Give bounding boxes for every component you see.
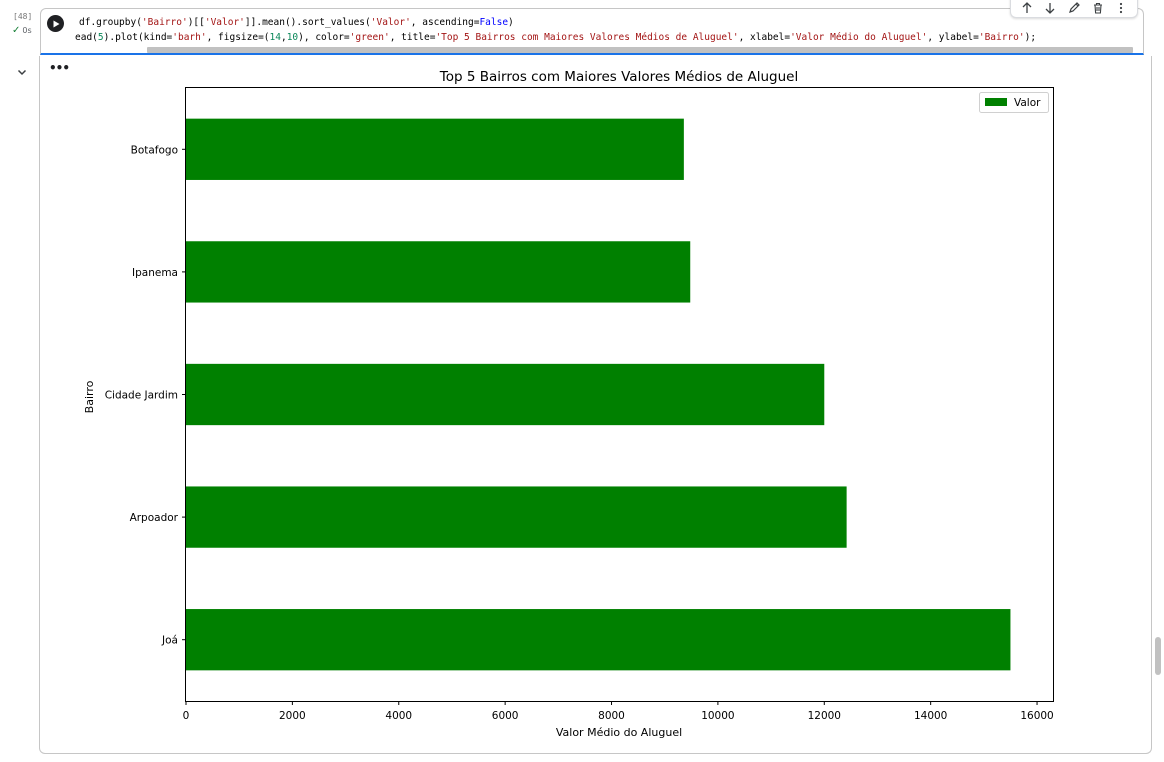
bars-group bbox=[186, 118, 1011, 671]
x-axis-label: Valor Médio do Aluguel bbox=[556, 726, 682, 739]
bar-arpoador bbox=[186, 486, 847, 548]
notebook-cell: [48] ✓ 0s df.groupby('Bairro')[['Valor']… bbox=[0, 0, 1164, 762]
legend-label: Valor bbox=[1014, 97, 1041, 109]
legend: Valor bbox=[979, 92, 1049, 113]
y-tick-label: Joá bbox=[161, 635, 178, 647]
x-tick-label: 2000 bbox=[279, 710, 306, 722]
x-tick-label: 14000 bbox=[914, 710, 947, 722]
bar-chart: Top 5 Bairros com Maiores Valores Médios… bbox=[83, 69, 1054, 739]
y-tick-label: Arpoador bbox=[130, 512, 179, 524]
page-vertical-scrollbar[interactable] bbox=[1155, 637, 1161, 675]
x-tick-label: 10000 bbox=[701, 710, 734, 722]
y-axis-ticks: Joá Arpoador Cidade Jardim Ipanema Botafogo bbox=[105, 144, 186, 647]
y-tick-label: Botafogo bbox=[131, 144, 178, 156]
x-tick-label: 0 bbox=[183, 710, 190, 722]
y-tick-label: Ipanema bbox=[132, 267, 178, 279]
bar-botafogo bbox=[186, 118, 684, 180]
chart-title: Top 5 Bairros com Maiores Valores Médios… bbox=[439, 69, 798, 85]
y-tick-label: Cidade Jardim bbox=[105, 390, 178, 402]
x-tick-label: 16000 bbox=[1020, 710, 1053, 722]
x-tick-label: 6000 bbox=[492, 710, 519, 722]
legend-swatch bbox=[985, 98, 1007, 106]
bar-ipanema bbox=[186, 241, 691, 303]
x-tick-label: 4000 bbox=[385, 710, 412, 722]
x-tick-label: 12000 bbox=[808, 710, 841, 722]
bar-joá bbox=[186, 609, 1011, 671]
bar-cidade-jardim bbox=[186, 363, 825, 426]
y-axis-label: Bairro bbox=[83, 380, 96, 413]
x-tick-label: 8000 bbox=[598, 710, 625, 722]
x-axis-ticks: 0 2000 4000 6000 8000 10000 12000 14000 16000 bbox=[183, 701, 1054, 722]
